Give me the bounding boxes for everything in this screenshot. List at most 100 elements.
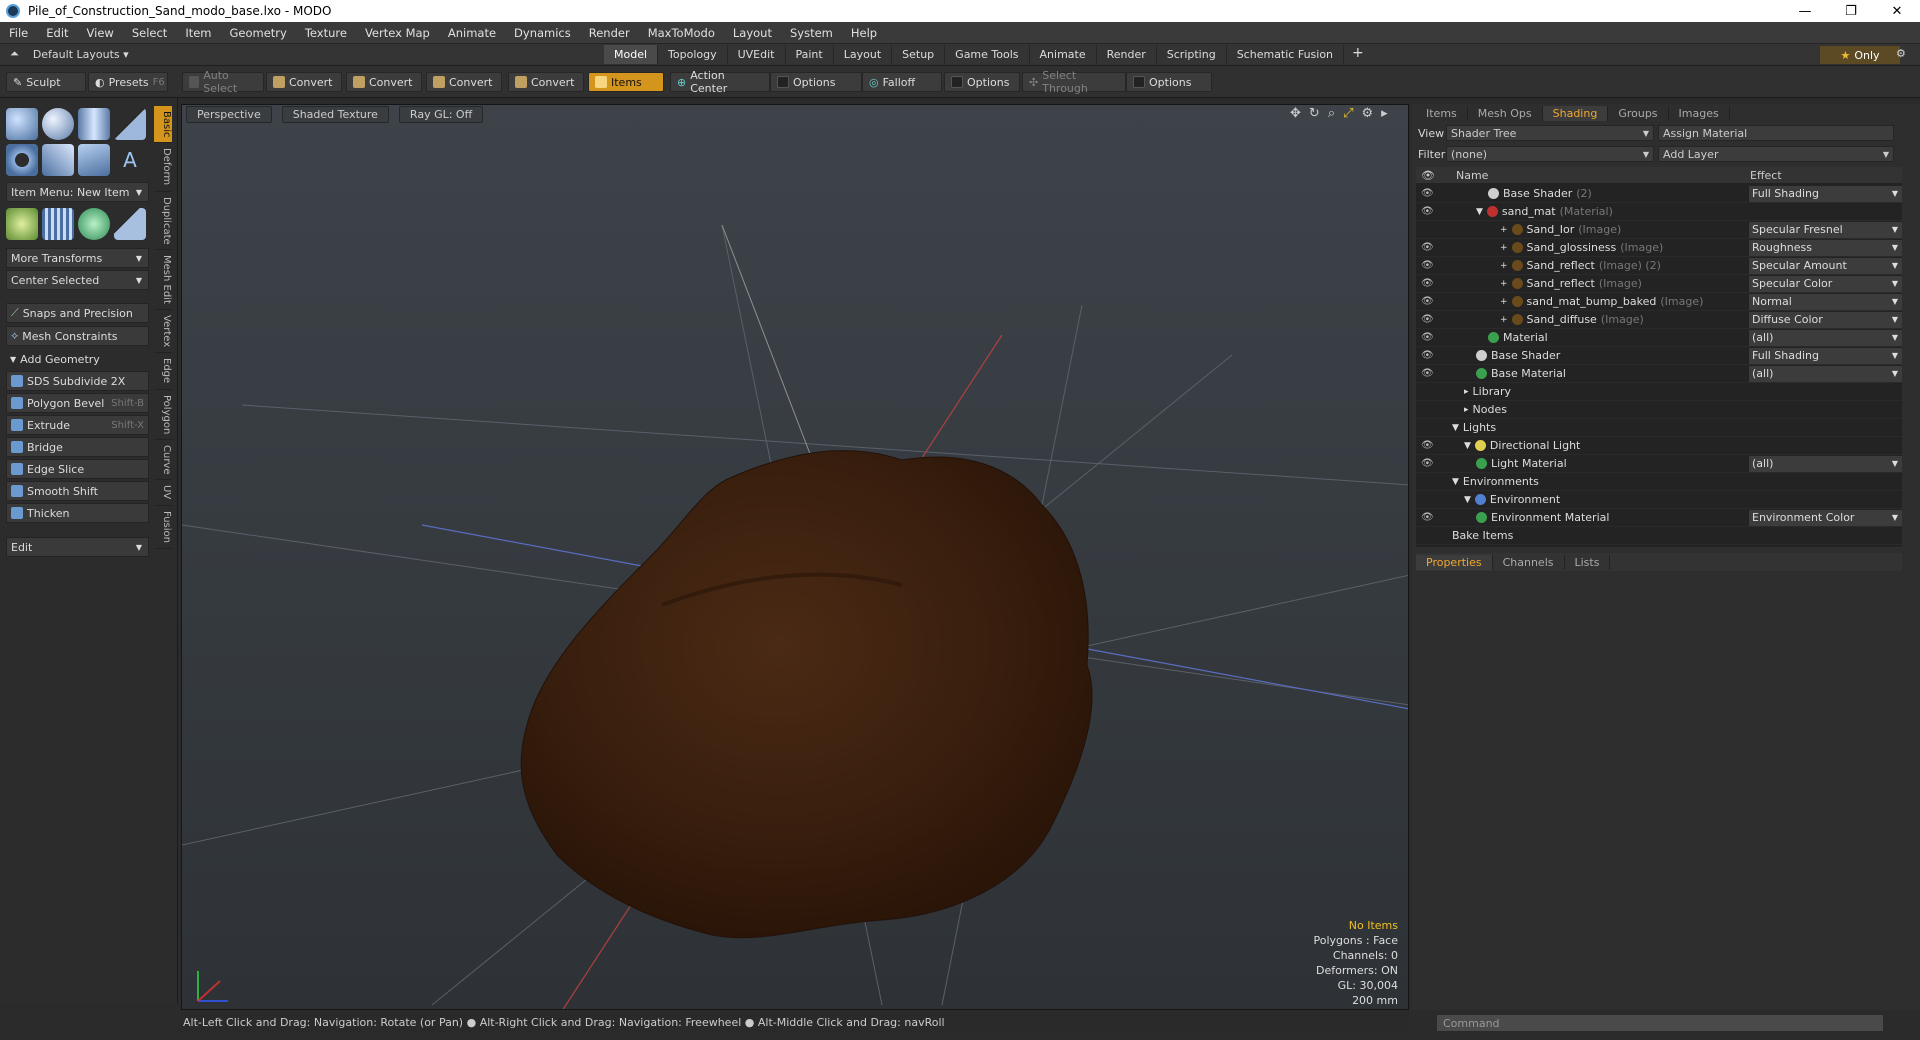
shader-tree-row[interactable]: 👁 + Sand_reflect (Image) (2) Specular Amount… bbox=[1416, 257, 1902, 275]
menu-dynamics[interactable]: Dynamics bbox=[505, 26, 580, 40]
menu-view[interactable]: View bbox=[78, 26, 123, 40]
expand-toggle-icon[interactable]: + bbox=[1500, 315, 1508, 325]
view-type-button[interactable]: Perspective bbox=[186, 105, 272, 123]
shader-tree-row[interactable]: 👁 Environment Material Environment Color ▼ bbox=[1416, 509, 1902, 527]
cylinder-icon[interactable] bbox=[78, 108, 110, 140]
visibility-eye-icon[interactable]: 👁 bbox=[1421, 278, 1434, 289]
tab-render[interactable]: Render bbox=[1097, 45, 1157, 64]
vtab-fusion[interactable]: Fusion bbox=[154, 506, 172, 549]
menu-texture[interactable]: Texture bbox=[296, 26, 356, 40]
effect-select[interactable]: Environment Color ▼ bbox=[1748, 509, 1902, 526]
minimize-button[interactable]: — bbox=[1782, 4, 1828, 19]
action-center-button[interactable]: ⊕ Action Center bbox=[670, 69, 770, 95]
expand-toggle-icon[interactable]: + bbox=[1500, 297, 1508, 307]
move-view-icon[interactable]: ✥ bbox=[1290, 106, 1301, 121]
falloff-options-button[interactable]: Options bbox=[944, 72, 1020, 92]
torus-icon[interactable] bbox=[6, 144, 38, 176]
visibility-eye-icon[interactable]: 👁 bbox=[1421, 188, 1434, 199]
menu-file[interactable]: File bbox=[0, 26, 37, 40]
shader-tree-row[interactable]: 👁 + Sand_glossiness (Image) Roughness ▼ bbox=[1416, 239, 1902, 257]
add-layer-dropdown[interactable]: Add Layer ▼ bbox=[1658, 146, 1894, 162]
layouts-dropdown[interactable]: Default Layouts ▾ bbox=[33, 48, 129, 61]
convert-vertex-button[interactable]: Convert bbox=[266, 72, 342, 92]
effect-select[interactable]: (all) ▼ bbox=[1748, 365, 1902, 382]
bridge-button[interactable]: Bridge bbox=[6, 437, 149, 457]
tab-channels[interactable]: Channels bbox=[1493, 554, 1565, 570]
menu-help[interactable]: Help bbox=[842, 26, 886, 40]
visibility-eye-icon[interactable]: 👁 bbox=[1421, 512, 1434, 523]
polygon-bevel-button[interactable]: Polygon Bevel Shift-B bbox=[6, 393, 149, 413]
effect-select[interactable]: Specular Amount ▼ bbox=[1748, 257, 1902, 274]
expand-toggle-icon[interactable]: ▸ bbox=[1464, 387, 1469, 397]
visibility-eye-icon[interactable]: 👁 bbox=[1421, 350, 1434, 361]
shading-mode-button[interactable]: Shaded Texture bbox=[281, 105, 389, 123]
shader-tree-row[interactable]: 👁 Material (all) ▼ bbox=[1416, 329, 1902, 347]
sculpt-button[interactable]: ✎ Sculpt bbox=[6, 72, 86, 92]
effect-select[interactable]: Roughness ▼ bbox=[1748, 239, 1902, 256]
effect-select[interactable]: Specular Color ▼ bbox=[1748, 275, 1902, 292]
effect-select[interactable]: Specular Fresnel ▼ bbox=[1748, 221, 1902, 238]
tab-properties[interactable]: Properties bbox=[1416, 554, 1493, 570]
sphere-icon[interactable] bbox=[42, 108, 74, 140]
fit-view-icon[interactable]: ⤢ bbox=[1343, 106, 1353, 121]
3d-viewport[interactable] bbox=[181, 104, 1409, 1010]
effect-select[interactable]: (all) ▼ bbox=[1748, 329, 1902, 346]
sds-subdivide-button[interactable]: SDS Subdivide 2X bbox=[6, 371, 149, 391]
visibility-eye-icon[interactable]: 👁 bbox=[1421, 440, 1434, 451]
layout-up-icon[interactable]: ⏶ bbox=[10, 47, 19, 61]
expand-toggle-icon[interactable]: + bbox=[1500, 261, 1508, 271]
menu-vertex-map[interactable]: Vertex Map bbox=[356, 26, 439, 40]
visibility-eye-icon[interactable]: 👁 bbox=[1421, 260, 1434, 271]
expand-toggle-icon[interactable]: ▼ bbox=[1464, 441, 1471, 451]
add-geometry-header[interactable]: ▼ Add Geometry bbox=[6, 349, 149, 369]
vtab-basic[interactable]: Basic bbox=[154, 106, 172, 144]
snaps-precision-button[interactable]: ⟋ Snaps and Precision bbox=[6, 303, 149, 323]
locator-icon[interactable] bbox=[6, 208, 38, 240]
expand-toggle-icon[interactable]: ▼ bbox=[1464, 495, 1471, 505]
tab-animate[interactable]: Animate bbox=[1030, 45, 1097, 64]
menu-animate[interactable]: Animate bbox=[439, 26, 505, 40]
cube-icon[interactable] bbox=[6, 108, 38, 140]
presets-button[interactable]: ◐ Presets F6 bbox=[88, 72, 168, 92]
vtab-mesh-edit[interactable]: Mesh Edit bbox=[154, 250, 172, 311]
edit-dropdown[interactable]: Edit ▼ bbox=[6, 537, 149, 557]
center-selected-dropdown[interactable]: Center Selected ▼ bbox=[6, 270, 149, 290]
add-tab-button[interactable]: + bbox=[1344, 45, 1372, 64]
shader-tree-row[interactable]: 👁 + Sand_reflect (Image) Specular Color ▼ bbox=[1416, 275, 1902, 293]
shader-tree-row[interactable]: ▸ Nodes bbox=[1416, 401, 1902, 419]
command-input[interactable]: Command bbox=[1436, 1014, 1884, 1032]
shader-tree-row[interactable]: ▼ Lights bbox=[1416, 419, 1902, 437]
vtab-polygon[interactable]: Polygon bbox=[154, 390, 172, 440]
vtab-curve[interactable]: Curve bbox=[154, 440, 172, 481]
vtab-uv[interactable]: UV bbox=[154, 480, 172, 506]
cone-icon[interactable] bbox=[114, 108, 146, 140]
effect-select[interactable]: Diffuse Color ▼ bbox=[1748, 311, 1902, 328]
tab-schematic-fusion[interactable]: Schematic Fusion bbox=[1227, 45, 1345, 64]
menu-layout[interactable]: Layout bbox=[724, 26, 781, 40]
menu-item[interactable]: Item bbox=[176, 26, 220, 40]
select-options-button[interactable]: Options bbox=[1126, 72, 1212, 92]
expand-toggle-icon[interactable]: + bbox=[1500, 225, 1508, 235]
rotate-view-icon[interactable]: ↻ bbox=[1309, 106, 1320, 121]
shader-tree-row[interactable]: 👁 Base Shader (2) Full Shading ▼ bbox=[1416, 185, 1902, 203]
visibility-eye-icon[interactable]: 👁 bbox=[1421, 242, 1434, 253]
tab-model[interactable]: Model bbox=[604, 45, 659, 64]
shader-tree-row[interactable]: 👁 ▼ sand_mat (Material) bbox=[1416, 203, 1902, 221]
sand-pile-mesh[interactable] bbox=[520, 450, 1093, 939]
menu-render[interactable]: Render bbox=[580, 26, 639, 40]
tab-mesh-ops[interactable]: Mesh Ops bbox=[1468, 105, 1543, 121]
only-button[interactable]: ★ Only bbox=[1820, 46, 1900, 64]
name-column-header[interactable]: Name bbox=[1456, 169, 1488, 182]
expand-toggle-icon[interactable]: ▼ bbox=[1476, 207, 1483, 217]
pyramid-icon[interactable] bbox=[114, 208, 146, 240]
effect-select[interactable]: (all) ▼ bbox=[1748, 455, 1902, 472]
gear-icon[interactable]: ⚙ bbox=[1896, 47, 1906, 60]
shader-tree-row[interactable]: 👁 + sand_mat_bump_baked (Image) Normal ▼ bbox=[1416, 293, 1902, 311]
shader-tree-row[interactable]: + Sand_Ior (Image) Specular Fresnel ▼ bbox=[1416, 221, 1902, 239]
more-transforms-dropdown[interactable]: More Transforms ▼ bbox=[6, 248, 149, 268]
pen-icon[interactable] bbox=[78, 144, 110, 176]
tab-groups[interactable]: Groups bbox=[1608, 105, 1669, 121]
visibility-eye-icon[interactable]: 👁 bbox=[1421, 458, 1434, 469]
tab-items[interactable]: Items bbox=[1416, 105, 1468, 121]
expand-toggle-icon[interactable]: ▸ bbox=[1464, 405, 1469, 415]
